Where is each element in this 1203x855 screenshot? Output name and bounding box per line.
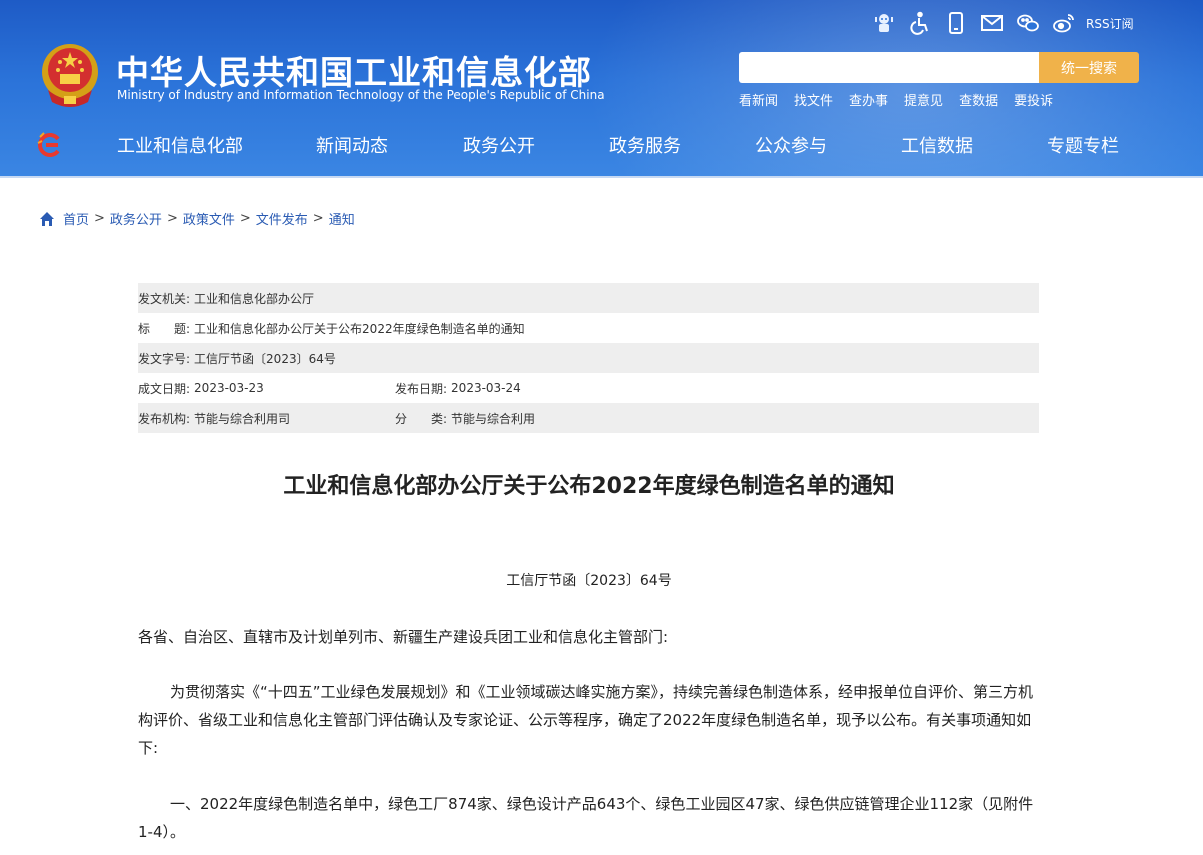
- quick-link-data[interactable]: 查数据: [959, 90, 998, 109]
- breadcrumb-file-release[interactable]: 文件发布: [256, 209, 308, 228]
- meta-created-date: 2023-03-23: [194, 381, 264, 395]
- accessibility-icon[interactable]: [902, 8, 938, 38]
- breadcrumb-notice[interactable]: 通知: [329, 209, 355, 228]
- article-paragraph: 为贯彻落实《“十四五”工业绿色发展规划》和《工业领域碳达峰实施方案》，持续完善绿…: [138, 683, 1034, 757]
- mail-icon[interactable]: [974, 8, 1010, 38]
- document-meta-table: 发文机关: 工业和信息化部办公厅 标 题: 工业和信息化部办公厅关于公布2022…: [138, 283, 1039, 433]
- search-input[interactable]: [739, 52, 1039, 83]
- ai-assistant-icon[interactable]: [866, 8, 902, 38]
- quick-link-news[interactable]: 看新闻: [739, 90, 778, 109]
- national-emblem-icon[interactable]: [38, 40, 102, 108]
- meta-row-title: 标 题: 工业和信息化部办公厅关于公布2022年度绿色制造名单的通知: [138, 313, 1039, 343]
- main-nav: 工业和信息化部 新闻动态 政务公开 政务服务 公众参与 工信数据 专题专栏: [0, 120, 1203, 172]
- meta-row-org: 发布机构: 节能与综合利用司 分 类: 节能与综合利用: [138, 403, 1039, 433]
- nav-item-ministry[interactable]: 工业和信息化部: [117, 132, 243, 158]
- weibo-icon[interactable]: [1046, 8, 1082, 38]
- nav-item-services[interactable]: 政务服务: [609, 132, 681, 158]
- breadcrumb-policy-files[interactable]: 政策文件: [183, 209, 235, 228]
- home-icon[interactable]: [39, 211, 55, 227]
- meta-title: 工业和信息化部办公厅关于公布2022年度绿色制造名单的通知: [194, 321, 525, 336]
- breadcrumb-separator: >: [312, 211, 324, 226]
- meta-org: 节能与综合利用司: [194, 411, 291, 426]
- mobile-icon[interactable]: [938, 8, 974, 38]
- site-header: 中华人民共和国工业和信息化部 Ministry of Industry and …: [0, 0, 1203, 178]
- meta-issuer: 工业和信息化部办公厅: [194, 291, 315, 306]
- meta-doc-number: 工信厅节函〔2023〕64号: [194, 351, 336, 366]
- meta-row-doc-number: 发文字号: 工信厅节函〔2023〕64号: [138, 343, 1039, 373]
- breadcrumb-separator: >: [239, 211, 251, 226]
- nav-item-participation[interactable]: 公众参与: [755, 132, 827, 158]
- quick-link-complaint[interactable]: 要投诉: [1014, 90, 1053, 109]
- meta-row-issuer: 发文机关: 工业和信息化部办公厅: [138, 283, 1039, 313]
- nav-item-news[interactable]: 新闻动态: [316, 132, 388, 158]
- breadcrumb-home[interactable]: 首页: [63, 209, 89, 228]
- meta-category-group: 分 类: 节能与综合利用: [395, 410, 535, 427]
- meta-label: 发布机构:: [138, 411, 191, 426]
- article-addressee: 各省、自治区、直辖市及计划单列市、新疆生产建设兵团工业和信息化主管部门:: [138, 628, 669, 646]
- meta-label: 标 题:: [138, 321, 191, 336]
- nav-item-topics[interactable]: 专题专栏: [1047, 132, 1119, 158]
- site-title[interactable]: 中华人民共和国工业和信息化部: [116, 46, 592, 94]
- wechat-icon[interactable]: [1010, 8, 1046, 38]
- site-subtitle: Ministry of Industry and Information Tec…: [117, 88, 605, 102]
- quick-links: 看新闻 找文件 查办事 提意见 查数据 要投诉: [739, 90, 1069, 109]
- meta-row-dates: 成文日期: 2023-03-23 发布日期: 2023-03-24: [138, 373, 1039, 403]
- breadcrumb: 首页 > 政务公开 > 政策文件 > 文件发布 > 通知: [39, 209, 355, 228]
- quick-link-feedback[interactable]: 提意见: [904, 90, 943, 109]
- rss-subscribe-link[interactable]: RSS订阅: [1086, 15, 1134, 32]
- meta-label: 成文日期:: [138, 381, 191, 396]
- meta-label: 分 类:: [395, 411, 448, 426]
- meta-label: 发文机关:: [138, 291, 191, 306]
- search-button[interactable]: 统一搜索: [1039, 52, 1139, 83]
- article-paragraph: 一、2022年度绿色制造名单中，绿色工厂874家、绿色设计产品643个、绿色工业…: [138, 795, 1034, 841]
- meta-published-group: 发布日期: 2023-03-24: [395, 380, 521, 397]
- miit-logo-icon[interactable]: [36, 131, 64, 159]
- meta-label: 发文字号:: [138, 351, 191, 366]
- breadcrumb-government-affairs[interactable]: 政务公开: [110, 209, 162, 228]
- breadcrumb-separator: >: [94, 211, 105, 226]
- utility-bar: RSS订阅: [866, 8, 1134, 38]
- meta-published-date: 2023-03-24: [451, 381, 521, 395]
- breadcrumb-separator: >: [166, 211, 178, 226]
- article-title: 工业和信息化部办公厅关于公布2022年度绿色制造名单的通知: [283, 474, 895, 499]
- article-doc-number: 工信厅节函〔2023〕64号: [506, 573, 672, 589]
- meta-label: 发布日期:: [395, 381, 448, 396]
- nav-item-government-affairs[interactable]: 政务公开: [463, 132, 535, 158]
- quick-link-files[interactable]: 找文件: [794, 90, 833, 109]
- meta-category: 节能与综合利用: [451, 411, 536, 426]
- quick-link-services[interactable]: 查办事: [849, 90, 888, 109]
- nav-item-data[interactable]: 工信数据: [901, 132, 973, 158]
